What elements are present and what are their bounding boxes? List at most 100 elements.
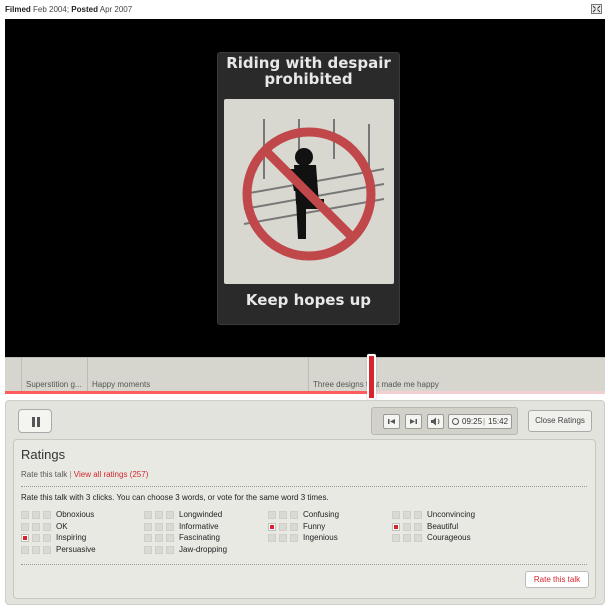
chapter-label: Superstition g... [26, 380, 82, 389]
chapter-segment[interactable]: Superstition g... [22, 358, 88, 391]
chapter-segment-intro[interactable] [5, 358, 22, 391]
filmed-date: Feb 2004 [33, 5, 67, 14]
rating-word-label: Obnoxious [56, 510, 95, 519]
skip-back-icon [388, 419, 395, 424]
vote-checkbox[interactable] [403, 522, 411, 531]
vote-checkbox[interactable] [414, 522, 422, 531]
vote-checkbox[interactable] [290, 534, 298, 542]
playhead-handle[interactable] [367, 354, 376, 400]
clock-icon [452, 418, 459, 425]
vote-checkbox[interactable] [166, 522, 174, 531]
vote-checkbox[interactable] [290, 522, 298, 531]
rating-word-label: Unconvincing [427, 510, 476, 519]
pause-button[interactable] [18, 409, 52, 433]
vote-checkbox[interactable] [268, 522, 276, 531]
divider [21, 486, 587, 487]
rate-this-talk-button[interactable]: Rate this talk [525, 571, 589, 588]
filmed-label: Filmed [5, 5, 31, 14]
vote-checkbox[interactable] [155, 511, 163, 519]
chapter-label: Happy moments [92, 380, 151, 389]
rating-word-label: Inspiring [56, 533, 87, 542]
rating-word-label: Ingenious [303, 533, 338, 542]
link-separator: | [69, 470, 72, 479]
vote-checkbox[interactable] [43, 534, 51, 542]
rating-word-label: Persuasive [56, 544, 96, 554]
rating-word-label: Fascinating [179, 533, 220, 542]
vote-checkbox[interactable] [155, 545, 163, 554]
rating-word-label: Jaw-dropping [179, 544, 228, 554]
view-all-ratings-link[interactable]: View all ratings (257) [74, 470, 149, 479]
time-display: 09:25 | 15:42 [448, 414, 512, 429]
vote-checkbox[interactable] [166, 545, 174, 554]
total-time: 15:42 [488, 417, 509, 426]
progress-fill [5, 391, 371, 394]
rating-word-label: Confusing [303, 510, 340, 519]
time-separator: | [483, 417, 486, 426]
vote-checkbox[interactable] [279, 534, 287, 542]
vote-checkbox[interactable] [279, 522, 287, 531]
chapter-segment[interactable]: Three designs that made me happy [309, 358, 605, 391]
vote-checkbox[interactable] [21, 545, 29, 554]
vote-checkbox[interactable] [43, 545, 51, 554]
no-despair-icon [242, 119, 385, 261]
vote-checkbox[interactable] [32, 511, 40, 519]
playback-controls: 09:25 | 15:42 [371, 407, 518, 435]
video-frame-sign: Riding with despair prohibited Keep hope… [217, 52, 400, 325]
chapter-timeline[interactable]: Superstition g... Happy moments Three de… [5, 354, 605, 400]
chapter-segment[interactable]: Happy moments [88, 358, 309, 391]
talk-info-bar: Filmed Feb 2004; Posted Apr 2007 [0, 0, 610, 18]
vote-checkbox[interactable] [392, 522, 400, 531]
vote-checkbox[interactable] [403, 511, 411, 519]
rating-word-label: Funny [303, 521, 326, 531]
controls-panel: 09:25 | 15:42 Close Ratings Ratings Rate… [5, 400, 605, 605]
vote-checkbox[interactable] [166, 534, 174, 542]
vote-checkbox[interactable] [32, 545, 40, 554]
fullscreen-icon[interactable] [591, 4, 602, 14]
rating-word-label: Beautiful [427, 521, 459, 531]
vote-checkbox[interactable] [279, 511, 287, 519]
vote-checkbox[interactable] [268, 534, 276, 542]
close-ratings-button[interactable]: Close Ratings [528, 410, 592, 432]
vote-checkbox[interactable] [290, 511, 298, 519]
vote-checkbox[interactable] [43, 522, 51, 531]
ratings-title: Ratings [21, 447, 66, 462]
vote-checkbox[interactable] [21, 534, 29, 542]
rating-word-label: Longwinded [179, 510, 223, 519]
vote-checkbox[interactable] [392, 534, 400, 542]
rating-word-label: Courageous [427, 533, 471, 542]
volume-button[interactable] [427, 414, 444, 429]
vote-checkbox[interactable] [144, 545, 152, 554]
vote-checkbox[interactable] [144, 522, 152, 531]
vote-checkbox[interactable] [21, 511, 29, 519]
filmed-posted-info: Filmed Feb 2004; Posted Apr 2007 [5, 5, 133, 14]
next-chapter-button[interactable] [405, 414, 422, 429]
rate-this-talk-label: Rate this talk [21, 470, 68, 479]
posted-date: Apr 2007 [99, 5, 133, 14]
vote-checkbox[interactable] [43, 511, 51, 519]
vote-checkbox[interactable] [268, 511, 276, 519]
vote-checkbox[interactable] [144, 534, 152, 542]
divider [21, 564, 587, 565]
prohibition-symbol [224, 99, 394, 284]
previous-chapter-button[interactable] [383, 414, 400, 429]
current-time: 09:25 [462, 417, 483, 426]
vote-checkbox[interactable] [403, 534, 411, 542]
vote-checkbox[interactable] [21, 522, 29, 531]
sign-bottom-text: Keep hopes up [245, 291, 372, 309]
vote-checkbox[interactable] [392, 511, 400, 519]
vote-checkbox[interactable] [155, 534, 163, 542]
sign-top-text: Riding with despair prohibited [226, 54, 391, 88]
vote-checkbox[interactable] [166, 511, 174, 519]
vote-checkbox[interactable] [155, 522, 163, 531]
vote-checkbox[interactable] [32, 522, 40, 531]
ratings-links: Rate this talk | View all ratings (257) [21, 470, 148, 479]
rating-word-label: OK [56, 521, 68, 531]
vote-checkbox[interactable] [414, 534, 422, 542]
vote-checkbox[interactable] [414, 511, 422, 519]
ratings-box: Ratings Rate this talk | View all rating… [13, 439, 596, 599]
vote-checkbox[interactable] [144, 511, 152, 519]
video-player[interactable]: Riding with despair prohibited Keep hope… [5, 19, 605, 357]
vote-checkbox[interactable] [32, 534, 40, 542]
skip-forward-icon [410, 419, 417, 424]
rating-word-label: Informative [179, 521, 219, 531]
